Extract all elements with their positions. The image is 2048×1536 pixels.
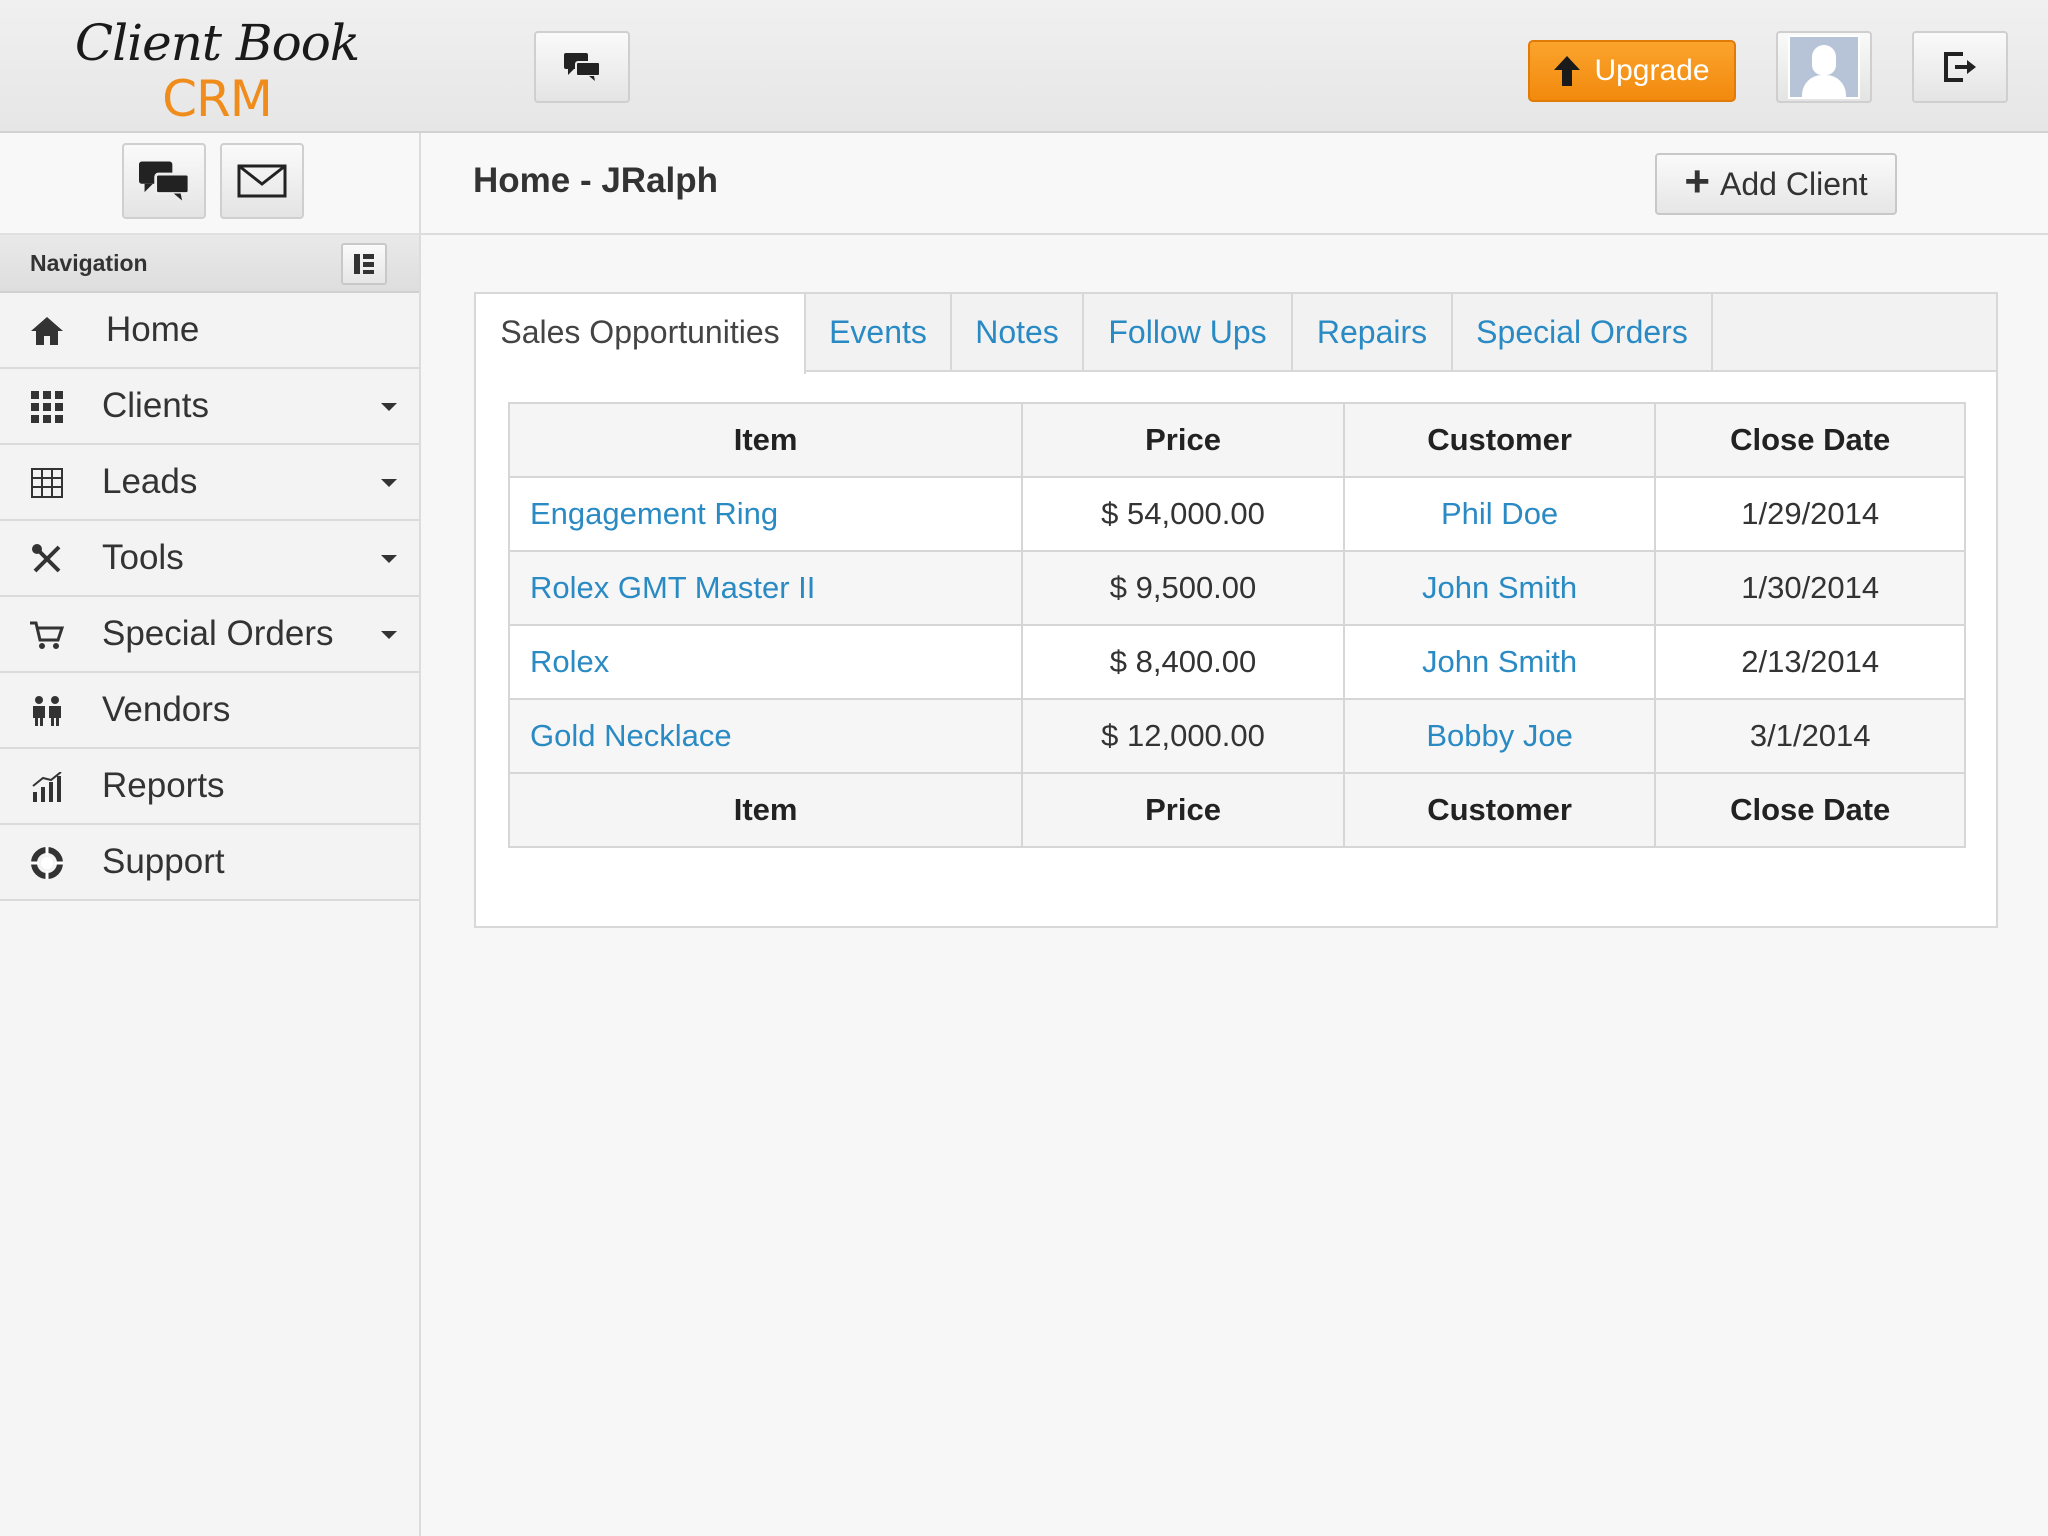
page-header: Home - JRalph + Add Client bbox=[421, 133, 2048, 235]
logo-subtext: CRM bbox=[162, 70, 273, 128]
sidebar-item-label: Leads bbox=[102, 462, 198, 501]
sidebar-item-label: Clients bbox=[102, 386, 209, 425]
sidebar-item-clients[interactable]: Clients bbox=[0, 369, 419, 445]
arrow-up-icon bbox=[1554, 56, 1581, 86]
sidebar-item-special-orders[interactable]: Special Orders bbox=[0, 597, 419, 673]
sidebar-toolbar bbox=[0, 133, 419, 235]
sidebar-item-label: Home bbox=[106, 310, 200, 349]
chevron-down-icon bbox=[381, 403, 397, 411]
avatar bbox=[1788, 35, 1860, 99]
chevron-down-icon bbox=[381, 479, 397, 487]
chat-icon bbox=[564, 53, 600, 81]
sidebar-item-label: Reports bbox=[102, 766, 225, 805]
column-footer-customer: Customer bbox=[1342, 772, 1657, 848]
item-link[interactable]: Gold Necklace bbox=[507, 698, 1024, 774]
navigation-header: Navigation bbox=[0, 235, 419, 293]
lifebuoy-icon bbox=[28, 847, 66, 879]
table-row: Engagement Ring $ 54,000.00 Phil Doe 1/2… bbox=[507, 476, 1966, 552]
sidebar-item-home[interactable]: Home bbox=[0, 293, 419, 369]
close-date-cell: 2/13/2014 bbox=[1654, 624, 1966, 700]
table-header-row: Item Price Customer Close Date bbox=[507, 402, 1966, 478]
tab-notes[interactable]: Notes bbox=[952, 294, 1084, 372]
profile-button[interactable] bbox=[1776, 31, 1872, 103]
people-icon bbox=[28, 695, 66, 727]
plus-icon: + bbox=[1684, 157, 1711, 206]
column-footer-item: Item bbox=[507, 772, 1024, 848]
close-date-cell: 3/1/2014 bbox=[1654, 698, 1966, 774]
sidebar-item-support[interactable]: Support bbox=[0, 825, 419, 901]
table-row: Rolex $ 8,400.00 John Smith 2/13/2014 bbox=[507, 624, 1966, 700]
column-header-close-date[interactable]: Close Date bbox=[1654, 402, 1966, 478]
upgrade-button[interactable]: Upgrade bbox=[1528, 40, 1736, 102]
tab-follow-ups[interactable]: Follow Ups bbox=[1084, 294, 1293, 372]
tab-bar: Sales Opportunities Events Notes Follow … bbox=[476, 294, 1996, 374]
column-header-item[interactable]: Item bbox=[507, 402, 1024, 478]
price-cell: $ 9,500.00 bbox=[1021, 550, 1345, 626]
chevron-down-icon bbox=[381, 631, 397, 639]
page-title: Home - JRalph bbox=[473, 161, 719, 200]
column-footer-price: Price bbox=[1021, 772, 1345, 848]
sidebar-item-label: Tools bbox=[102, 538, 184, 577]
column-header-price[interactable]: Price bbox=[1021, 402, 1345, 478]
sidebar: Navigation Home Clients Leads Tools Spec… bbox=[0, 133, 421, 1536]
item-link[interactable]: Engagement Ring bbox=[507, 476, 1024, 552]
sidebar-item-label: Vendors bbox=[102, 690, 231, 729]
close-date-cell: 1/30/2014 bbox=[1654, 550, 1966, 626]
sidebar-item-label: Support bbox=[102, 842, 225, 881]
sidebar-item-leads[interactable]: Leads bbox=[0, 445, 419, 521]
customer-link[interactable]: Phil Doe bbox=[1342, 476, 1657, 552]
sales-opportunities-table: Item Price Customer Close Date Engagemen… bbox=[507, 402, 1966, 848]
customer-link[interactable]: John Smith bbox=[1342, 624, 1657, 700]
table-footer-row: Item Price Customer Close Date bbox=[507, 772, 1966, 848]
sidebar-item-reports[interactable]: Reports bbox=[0, 749, 419, 825]
column-footer-close-date: Close Date bbox=[1654, 772, 1966, 848]
price-cell: $ 54,000.00 bbox=[1021, 476, 1345, 552]
tab-events[interactable]: Events bbox=[806, 294, 952, 372]
logo[interactable]: Client Book CRM bbox=[72, 12, 362, 128]
cart-icon bbox=[28, 619, 66, 651]
customer-link[interactable]: Bobby Joe bbox=[1342, 698, 1657, 774]
price-cell: $ 12,000.00 bbox=[1021, 698, 1345, 774]
sales-opportunities-panel: Sales Opportunities Events Notes Follow … bbox=[474, 292, 1998, 928]
table-row: Gold Necklace $ 12,000.00 Bobby Joe 3/1/… bbox=[507, 698, 1966, 774]
customer-link[interactable]: John Smith bbox=[1342, 550, 1657, 626]
add-client-button[interactable]: + Add Client bbox=[1655, 153, 1897, 215]
logout-icon bbox=[1944, 52, 1976, 82]
grid-icon bbox=[28, 391, 66, 423]
home-icon bbox=[28, 315, 66, 347]
signal-icon bbox=[28, 771, 66, 803]
navigation-title: Navigation bbox=[30, 250, 148, 276]
add-client-label: Add Client bbox=[1720, 165, 1868, 202]
logout-button[interactable] bbox=[1912, 31, 2008, 103]
close-date-cell: 1/29/2014 bbox=[1654, 476, 1966, 552]
sidebar-collapse-icon bbox=[354, 254, 374, 274]
item-link[interactable]: Rolex GMT Master II bbox=[507, 550, 1024, 626]
sidebar-item-tools[interactable]: Tools bbox=[0, 521, 419, 597]
tab-sales-opportunities[interactable]: Sales Opportunities bbox=[476, 294, 806, 374]
chat-icon bbox=[139, 161, 189, 201]
price-cell: $ 8,400.00 bbox=[1021, 624, 1345, 700]
tab-special-orders[interactable]: Special Orders bbox=[1453, 294, 1713, 372]
sidebar-toggle-button[interactable] bbox=[341, 243, 387, 285]
chevron-down-icon bbox=[381, 555, 397, 563]
table-row: Rolex GMT Master II $ 9,500.00 John Smit… bbox=[507, 550, 1966, 626]
logo-text: Client Book bbox=[74, 14, 360, 72]
sidebar-item-label: Special Orders bbox=[102, 614, 334, 653]
sidebar-item-vendors[interactable]: Vendors bbox=[0, 673, 419, 749]
envelope-icon bbox=[237, 164, 287, 198]
table-icon bbox=[28, 467, 66, 499]
tab-repairs[interactable]: Repairs bbox=[1293, 294, 1453, 372]
tools-icon bbox=[28, 543, 66, 575]
chat-button[interactable] bbox=[534, 31, 630, 103]
messages-button[interactable] bbox=[122, 143, 206, 219]
mail-button[interactable] bbox=[220, 143, 304, 219]
top-bar: Client Book CRM Upgrade bbox=[0, 0, 2048, 133]
upgrade-label: Upgrade bbox=[1594, 54, 1710, 87]
column-header-customer[interactable]: Customer bbox=[1342, 402, 1657, 478]
item-link[interactable]: Rolex bbox=[507, 624, 1024, 700]
